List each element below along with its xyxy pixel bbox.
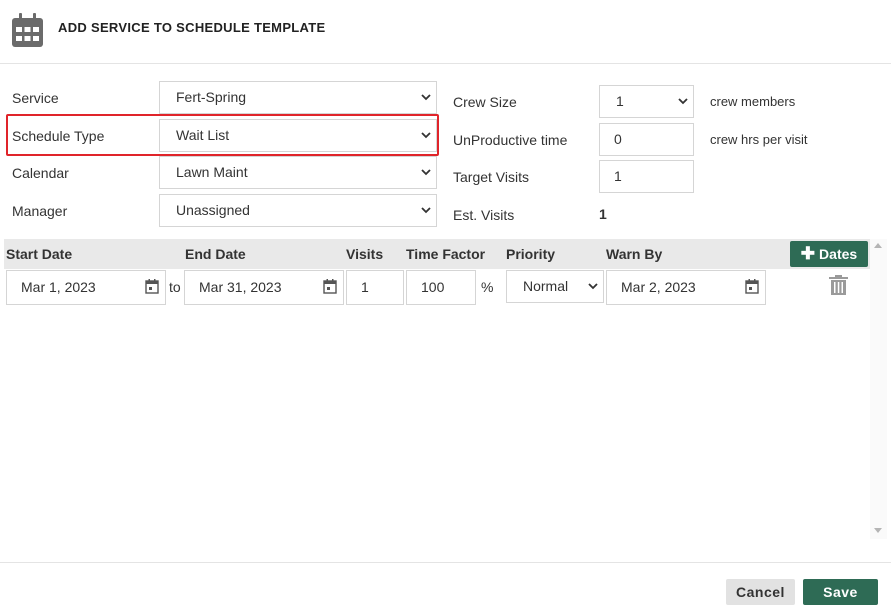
add-dates-label: Dates — [819, 246, 858, 262]
column-end-date: End Date — [185, 246, 246, 262]
target-visits-input[interactable]: 1 — [599, 160, 694, 193]
priority-select[interactable]: Normal — [506, 270, 604, 303]
crew-size-select[interactable]: 1 — [599, 85, 694, 118]
est-visits-value: 1 — [599, 206, 607, 222]
calendar-icon — [12, 13, 43, 47]
priority-value: Normal — [523, 278, 569, 294]
manager-value: Unassigned — [176, 202, 250, 218]
calendar-icon[interactable] — [145, 279, 159, 294]
service-select[interactable]: Fert-Spring — [159, 81, 437, 114]
grid-scrollbar[interactable] — [870, 239, 887, 539]
column-start-date: Start Date — [6, 246, 73, 262]
service-value: Fert-Spring — [176, 89, 247, 105]
end-date-input[interactable]: Mar 31, 2023 — [184, 270, 344, 305]
percent-label: % — [481, 279, 494, 295]
column-warn-by: Warn By — [606, 246, 663, 262]
column-time-factor: Time Factor — [406, 246, 486, 262]
service-label: Service — [12, 90, 59, 106]
warn-by-value: Mar 2, 2023 — [621, 279, 696, 295]
unproductive-time-suffix: crew hrs per visit — [710, 132, 808, 147]
add-dates-button[interactable]: ✚ Dates — [790, 241, 868, 267]
save-button[interactable]: Save — [803, 579, 878, 605]
dialog-header: ADD SERVICE TO SCHEDULE TEMPLATE — [0, 0, 891, 64]
to-label: to — [169, 279, 181, 295]
scroll-up-arrow-icon[interactable] — [874, 243, 882, 248]
manager-label: Manager — [12, 203, 68, 219]
calendar-select[interactable]: Lawn Maint — [159, 156, 437, 189]
crew-size-label: Crew Size — [453, 94, 517, 110]
dialog-title: ADD SERVICE TO SCHEDULE TEMPLATE — [58, 20, 326, 35]
manager-select[interactable]: Unassigned — [159, 194, 437, 227]
unproductive-time-label: UnProductive time — [453, 132, 568, 148]
plus-icon: ✚ — [800, 244, 816, 263]
start-date-value: Mar 1, 2023 — [21, 279, 96, 295]
target-visits-label: Target Visits — [453, 169, 529, 185]
schedule-type-highlight — [6, 114, 439, 156]
end-date-value: Mar 31, 2023 — [199, 279, 282, 295]
dates-grid-header: Start Date End Date Visits Time Factor P… — [4, 239, 870, 269]
est-visits-label: Est. Visits — [453, 207, 515, 223]
visits-input[interactable]: 1 — [346, 270, 404, 305]
calendar-value: Lawn Maint — [176, 164, 248, 180]
warn-by-input[interactable]: Mar 2, 2023 — [606, 270, 766, 305]
trash-icon[interactable] — [829, 275, 848, 295]
crew-size-value: 1 — [616, 93, 624, 109]
unproductive-time-input[interactable]: 0 — [599, 123, 694, 156]
chevron-down-icon — [421, 169, 431, 176]
chevron-down-icon — [421, 94, 431, 101]
chevron-down-icon — [678, 98, 688, 105]
column-priority: Priority — [506, 246, 556, 262]
chevron-down-icon — [588, 283, 598, 290]
calendar-label: Calendar — [12, 165, 69, 181]
calendar-icon[interactable] — [745, 279, 759, 294]
cancel-button[interactable]: Cancel — [726, 579, 795, 605]
time-factor-input[interactable]: 100 — [406, 270, 476, 305]
crew-size-suffix: crew members — [710, 94, 796, 109]
scroll-down-arrow-icon[interactable] — [874, 528, 882, 533]
chevron-down-icon — [421, 207, 431, 214]
column-visits: Visits — [346, 246, 384, 262]
calendar-icon[interactable] — [323, 279, 337, 294]
start-date-input[interactable]: Mar 1, 2023 — [6, 270, 166, 305]
